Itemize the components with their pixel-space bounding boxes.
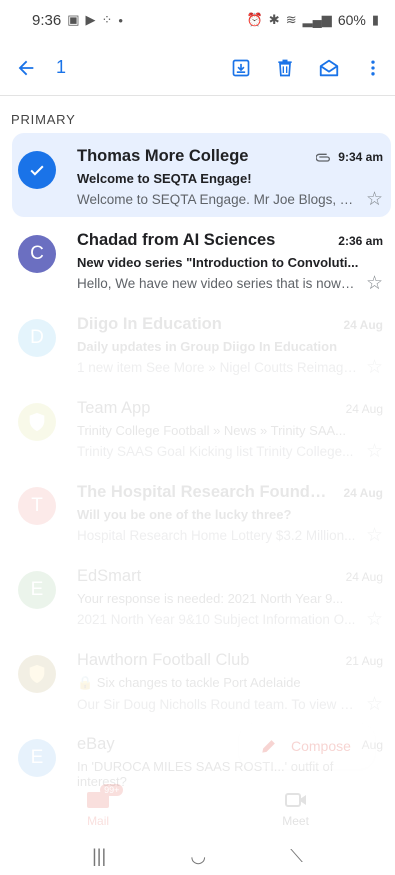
battery-level: 60% xyxy=(337,12,366,28)
email-row[interactable]: Thomas More College 9:34 am Welcome to S… xyxy=(12,133,391,217)
video-camera-icon xyxy=(284,793,306,807)
recent-apps-icon[interactable]: ||| xyxy=(92,846,106,867)
selected-check-avatar[interactable] xyxy=(18,151,56,189)
nav-mail[interactable]: 99+ Mail xyxy=(86,784,124,828)
archive-icon[interactable] xyxy=(219,40,263,96)
email-row[interactable]: D Diigo In Education 24 Aug Daily updates… xyxy=(0,301,395,385)
email-subject: Will you be one of the lucky three? xyxy=(77,507,292,522)
email-time: 9:34 am xyxy=(338,149,383,164)
email-sender: Team App xyxy=(77,399,151,417)
avatar-letter: T xyxy=(31,495,43,516)
email-row[interactable]: T The Hospital Research Foundati... 24 Au… xyxy=(0,469,395,553)
club-crest-icon xyxy=(29,664,45,684)
avatar-letter: D xyxy=(30,327,44,348)
email-time: 24 Aug xyxy=(343,317,383,332)
email-time: 24 Aug xyxy=(345,569,383,584)
battery-icon: ▮ xyxy=(371,12,379,27)
star-icon[interactable]: ☆ xyxy=(357,440,383,463)
email-sender: Diigo In Education xyxy=(77,315,222,333)
bottom-nav: 99+ Mail Meet xyxy=(0,780,395,838)
nav-mail-label: Mail xyxy=(87,814,110,828)
back-arrow-icon[interactable] xyxy=(0,40,52,96)
email-snippet: Welcome to SEQTA Engage. Mr Joe Blogs, T… xyxy=(77,192,357,207)
email-sender: Thomas More College xyxy=(77,147,249,165)
system-back-icon[interactable]: ⟍ xyxy=(290,846,303,867)
avatar[interactable]: E xyxy=(18,571,56,609)
check-icon xyxy=(30,165,44,176)
email-snippet: Trinity SAAS Goal Kicking list Trinity C… xyxy=(77,444,354,459)
star-icon[interactable]: ☆ xyxy=(357,188,383,211)
email-time: 21 Aug xyxy=(345,653,383,668)
email-subject: Welcome to SEQTA Engage! xyxy=(77,171,252,186)
star-icon[interactable]: ☆ xyxy=(357,608,383,631)
selected-count: 1 xyxy=(56,57,67,77)
bluetooth-icon: ✱ xyxy=(268,12,280,27)
delete-icon[interactable] xyxy=(263,40,307,96)
email-sender: Chadad from AI Sciences xyxy=(77,231,276,249)
email-subject: Trinity College Football » News » Trinit… xyxy=(77,423,347,438)
mail-badge: 99+ xyxy=(100,784,124,796)
more-vert-icon[interactable] xyxy=(351,40,395,96)
misc-notification-icon: ⁘ xyxy=(101,12,113,27)
wifi-icon: ≋ xyxy=(285,12,297,27)
avatar[interactable]: T xyxy=(18,487,56,525)
email-snippet: 2021 North Year 9&10 Subject Information… xyxy=(77,612,356,627)
email-sender: The Hospital Research Foundati... xyxy=(77,483,336,501)
selection-toolbar: 1 xyxy=(0,40,395,96)
pencil-icon xyxy=(262,740,275,753)
avatar[interactable]: D xyxy=(18,319,56,357)
attachment-icon xyxy=(316,153,331,162)
email-subject: 🔒 Six changes to tackle Port Adelaide xyxy=(77,675,301,690)
dot-icon: • xyxy=(118,12,123,28)
avatar[interactable]: C xyxy=(18,235,56,273)
section-label-primary: PRIMARY xyxy=(11,112,76,127)
hawthorn-logo-avatar[interactable] xyxy=(18,655,56,693)
email-snippet: Hello, We have new video series that is … xyxy=(77,276,357,291)
email-time: 24 Aug xyxy=(343,485,383,500)
star-icon[interactable]: ☆ xyxy=(357,524,383,547)
email-snippet: 1 new item See More » Nigel Coutts Reima… xyxy=(77,360,357,375)
avatar-letter: C xyxy=(30,243,44,264)
mark-unread-icon[interactable] xyxy=(307,40,351,96)
compose-label: Compose xyxy=(291,738,351,754)
status-bar: 9:36 ▣ ▶ ⁘ • ⏰ ✱ ≋ ▂▄▆ 60% ▮ xyxy=(0,0,395,40)
email-time: 24 Aug xyxy=(345,401,383,416)
email-snippet: Our Sir Doug Nicholls Round team. To vie… xyxy=(77,697,357,712)
email-row[interactable]: C Chadad from AI Sciences 2:36 am New vi… xyxy=(0,217,395,301)
team-app-logo-avatar[interactable] xyxy=(18,403,56,441)
nav-meet[interactable]: Meet xyxy=(282,790,309,828)
star-icon[interactable]: ☆ xyxy=(357,272,383,295)
status-time: 9:36 xyxy=(32,11,62,29)
email-time: 2:36 am xyxy=(338,233,383,248)
youtube-notification-icon: ▶ xyxy=(85,12,96,27)
email-subject: New video series "Introduction to Convol… xyxy=(77,255,359,270)
star-icon[interactable]: ☆ xyxy=(357,693,383,716)
shield-icon xyxy=(29,412,45,432)
compose-button[interactable]: Compose xyxy=(239,723,375,769)
gallery-notification-icon: ▣ xyxy=(67,12,80,27)
email-row[interactable]: E EdSmart 24 Aug Your response is needed:… xyxy=(0,553,395,637)
email-sender: Hawthorn Football Club xyxy=(77,651,250,669)
signal-icon: ▂▄▆ xyxy=(302,12,332,27)
avatar-letter: E xyxy=(30,579,44,600)
email-subject: Your response is needed: 2021 North Year… xyxy=(77,591,344,606)
avatar-letter: E xyxy=(30,747,44,768)
email-subject: Daily updates in Group Diigo In Educatio… xyxy=(77,339,338,354)
star-icon[interactable]: ☆ xyxy=(357,356,383,379)
alarm-icon: ⏰ xyxy=(246,12,263,27)
email-row[interactable]: Hawthorn Football Club 21 Aug 🔒 Six chang… xyxy=(0,637,395,721)
email-snippet: Hospital Research Home Lottery $3.2 Mill… xyxy=(77,528,356,543)
system-nav-bar: ||| ◡ ⟍ xyxy=(0,838,395,875)
email-row[interactable]: Team App 24 Aug Trinity College Football … xyxy=(0,385,395,469)
avatar[interactable]: E xyxy=(18,739,56,777)
nav-meet-label: Meet xyxy=(282,814,309,828)
email-list: Thomas More College 9:34 am Welcome to S… xyxy=(0,133,395,805)
email-sender: EdSmart xyxy=(77,567,142,585)
home-icon[interactable]: ◡ xyxy=(190,846,206,867)
